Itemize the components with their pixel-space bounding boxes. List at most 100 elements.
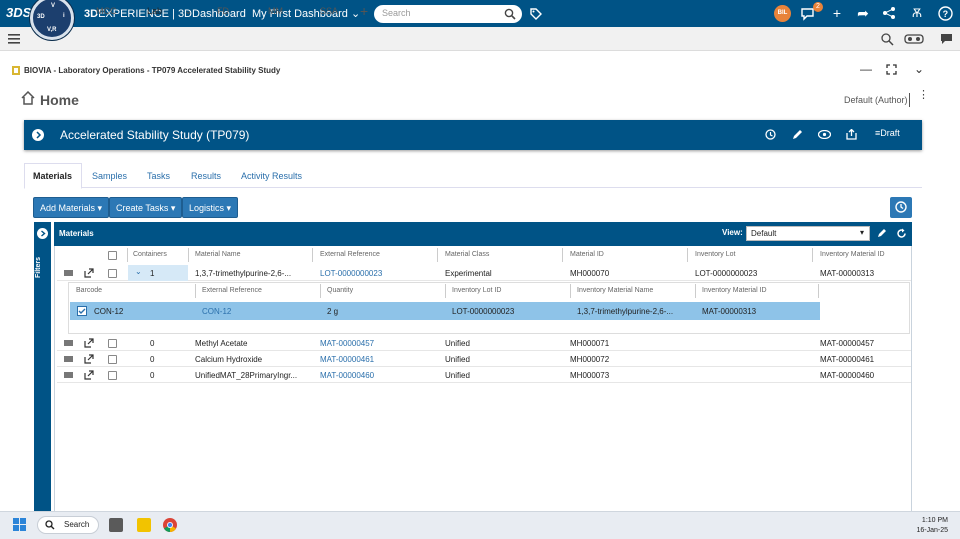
comment-icon[interactable] bbox=[940, 33, 953, 45]
row-type-icon bbox=[64, 270, 73, 276]
minimize-icon[interactable]: — bbox=[860, 62, 872, 76]
tab-ssa[interactable]: SSA bbox=[320, 6, 338, 16]
eye-icon[interactable] bbox=[818, 130, 831, 139]
row-checkbox[interactable] bbox=[108, 371, 117, 380]
view-select[interactable]: Default ▾ bbox=[746, 226, 870, 241]
more-options-icon[interactable]: ⋮ bbox=[918, 90, 929, 101]
collapse-chevron-icon[interactable]: ⌄ bbox=[135, 267, 142, 276]
col-inventory-material-id[interactable]: Inventory Material ID bbox=[820, 251, 885, 258]
tab-materials[interactable]: Materials bbox=[33, 171, 72, 181]
sticky-notes-icon[interactable] bbox=[137, 518, 151, 532]
row-checkbox[interactable] bbox=[108, 355, 117, 364]
select-all-checkbox[interactable] bbox=[108, 251, 117, 260]
col-inventory-lot[interactable]: Inventory Lot bbox=[695, 251, 735, 258]
chevron-down-icon[interactable]: ⌄ bbox=[184, 6, 192, 17]
logistics-button[interactable]: Logistics ▾ bbox=[182, 197, 239, 218]
tab-mcc[interactable]: MCC bbox=[96, 6, 117, 16]
col-external-reference[interactable]: External Reference bbox=[320, 251, 380, 258]
material-name: UnifiedMAT_28PrimaryIngr... bbox=[195, 371, 298, 380]
system-clock[interactable]: 1:10 PM 16-Jan-25 bbox=[916, 516, 948, 536]
subcol-inventory-lot-id[interactable]: Inventory Lot ID bbox=[452, 287, 501, 294]
external-reference-link[interactable]: MAT-00000457 bbox=[320, 339, 374, 348]
edit-view-icon[interactable] bbox=[877, 228, 887, 238]
home-icon[interactable] bbox=[21, 91, 35, 105]
tab-lab[interactable]: Lab bbox=[147, 6, 162, 16]
col-material-class[interactable]: Material Class bbox=[445, 251, 489, 258]
chevron-down-icon[interactable]: ⌄ bbox=[914, 62, 924, 76]
search-input[interactable]: Search bbox=[374, 5, 522, 23]
expand-filters-icon[interactable] bbox=[37, 228, 48, 239]
subcol-inventory-material-id[interactable]: Inventory Material ID bbox=[702, 287, 767, 294]
subcol-external-reference[interactable]: External Reference bbox=[202, 287, 262, 294]
external-reference-link[interactable]: LOT-0000000023 bbox=[320, 269, 382, 278]
svg-text:?: ? bbox=[943, 9, 949, 19]
history-button[interactable] bbox=[890, 197, 912, 218]
open-external-icon[interactable] bbox=[84, 370, 94, 380]
col-containers[interactable]: Containers bbox=[133, 251, 167, 258]
expand-arrow-icon[interactable] bbox=[32, 129, 44, 141]
material-class: Unified bbox=[445, 339, 470, 348]
subcol-quantity[interactable]: Quantity bbox=[327, 287, 353, 294]
external-reference-link[interactable]: MAT-00000461 bbox=[320, 355, 374, 364]
refresh-icon[interactable] bbox=[896, 228, 907, 239]
material-class: Unified bbox=[445, 355, 470, 364]
apps-icon[interactable]: Ѫ bbox=[908, 5, 926, 21]
tab-results[interactable]: Results bbox=[191, 171, 221, 181]
material-name: Calcium Hydroxide bbox=[195, 355, 263, 364]
avatar[interactable]: BIL bbox=[774, 5, 791, 22]
tab-tasks[interactable]: Tasks bbox=[147, 171, 170, 181]
open-external-icon[interactable] bbox=[84, 268, 94, 278]
table-row[interactable] bbox=[57, 367, 911, 383]
table-row[interactable] bbox=[57, 351, 911, 367]
add-tab-icon[interactable]: + bbox=[360, 3, 368, 19]
search-people-icon[interactable] bbox=[880, 32, 894, 46]
material-class: Experimental bbox=[445, 269, 492, 278]
search-icon[interactable] bbox=[504, 8, 516, 20]
export-icon[interactable] bbox=[846, 129, 857, 140]
container-ref-link[interactable]: CON-12 bbox=[202, 307, 231, 316]
containers-count[interactable]: 0 bbox=[150, 339, 154, 348]
app-title: BIOVIA - Laboratory Operations - TP079 A… bbox=[24, 66, 281, 75]
share-icon[interactable]: ➦ bbox=[854, 5, 872, 21]
help-icon[interactable]: ? bbox=[938, 6, 953, 21]
menu-icon[interactable] bbox=[8, 34, 20, 44]
plus-icon[interactable]: + bbox=[828, 5, 846, 21]
containers-count[interactable]: 0 bbox=[150, 371, 154, 380]
network-icon[interactable] bbox=[882, 6, 896, 20]
containers-count[interactable]: 1 bbox=[150, 269, 154, 278]
open-external-icon[interactable] bbox=[84, 354, 94, 364]
containers-count[interactable]: 0 bbox=[150, 355, 154, 364]
material-id: MH000071 bbox=[570, 339, 610, 348]
history-icon[interactable] bbox=[765, 129, 776, 140]
open-external-icon[interactable] bbox=[84, 338, 94, 348]
role-label[interactable]: Default (Author) bbox=[844, 95, 908, 105]
vr-glasses-icon[interactable] bbox=[904, 33, 924, 45]
edit-icon[interactable] bbox=[792, 129, 803, 140]
column-separator bbox=[687, 248, 688, 262]
table-row[interactable] bbox=[57, 335, 911, 351]
row-type-icon bbox=[64, 356, 73, 362]
row-checkbox[interactable] bbox=[108, 269, 117, 278]
tag-icon[interactable] bbox=[529, 7, 543, 21]
chrome-icon[interactable] bbox=[163, 518, 177, 532]
task-view-icon[interactable] bbox=[109, 518, 123, 532]
col-material-name[interactable]: Material Name bbox=[195, 251, 241, 258]
tab-activity-results[interactable]: Activity Results bbox=[241, 171, 302, 181]
status-menu[interactable]: ≡Draft bbox=[875, 128, 900, 138]
external-reference-link[interactable]: MAT-00000460 bbox=[320, 371, 374, 380]
tab-fd[interactable]: FD bbox=[217, 6, 229, 16]
checked-checkbox[interactable] bbox=[77, 306, 87, 316]
3ds-logo[interactable]: 3DS bbox=[6, 5, 31, 20]
fullscreen-icon[interactable] bbox=[886, 64, 897, 75]
subcol-inventory-material-name[interactable]: Inventory Material Name bbox=[577, 287, 653, 294]
add-materials-button[interactable]: Add Materials ▾ bbox=[33, 197, 110, 218]
tab-samples[interactable]: Samples bbox=[92, 171, 127, 181]
filters-label: Filters bbox=[35, 256, 42, 278]
windows-start-icon[interactable] bbox=[13, 518, 27, 532]
subcol-barcode[interactable]: Barcode bbox=[76, 287, 102, 294]
row-checkbox[interactable] bbox=[108, 339, 117, 348]
col-material-id[interactable]: Material ID bbox=[570, 251, 604, 258]
tab-mm[interactable]: MM bbox=[268, 6, 283, 16]
create-tasks-button[interactable]: Create Tasks ▾ bbox=[109, 197, 183, 218]
material-name: Methyl Acetate bbox=[195, 339, 248, 348]
